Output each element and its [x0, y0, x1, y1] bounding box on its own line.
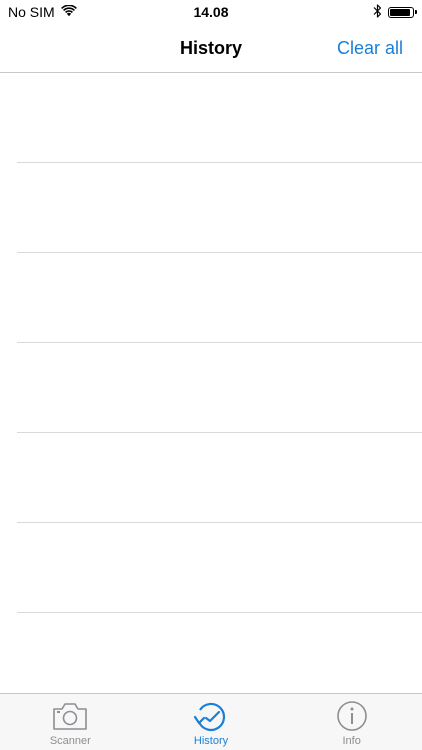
tab-history[interactable]: History — [141, 694, 282, 750]
tab-scanner[interactable]: Scanner — [0, 694, 141, 750]
status-bar: No SIM 14.08 — [0, 0, 422, 24]
list-item[interactable] — [17, 73, 422, 163]
battery-icon — [388, 6, 417, 18]
navigation-bar: History Clear all — [0, 24, 422, 73]
battery-fill — [390, 8, 410, 16]
info-icon — [336, 701, 367, 731]
tab-history-label: History — [193, 735, 229, 747]
tab-info[interactable]: Info — [281, 694, 422, 750]
tab-bar: Scanner History Info — [0, 693, 422, 750]
history-list[interactable] — [0, 73, 422, 694]
tab-info-label: Info — [342, 735, 361, 747]
tab-scanner-label: Scanner — [49, 735, 91, 747]
history-icon — [193, 702, 226, 732]
list-item[interactable] — [17, 433, 422, 523]
list-item[interactable] — [17, 523, 422, 613]
list-item[interactable] — [17, 253, 422, 343]
list-item[interactable] — [17, 343, 422, 433]
history-screen: No SIM 14.08 History Clear all Scanner H… — [0, 0, 422, 750]
list-item[interactable] — [17, 613, 422, 694]
clear-all-button[interactable]: Clear all — [337, 24, 403, 72]
list-item[interactable] — [17, 163, 422, 253]
status-time: 14.08 — [193, 4, 229, 20]
camera-icon — [53, 703, 88, 730]
